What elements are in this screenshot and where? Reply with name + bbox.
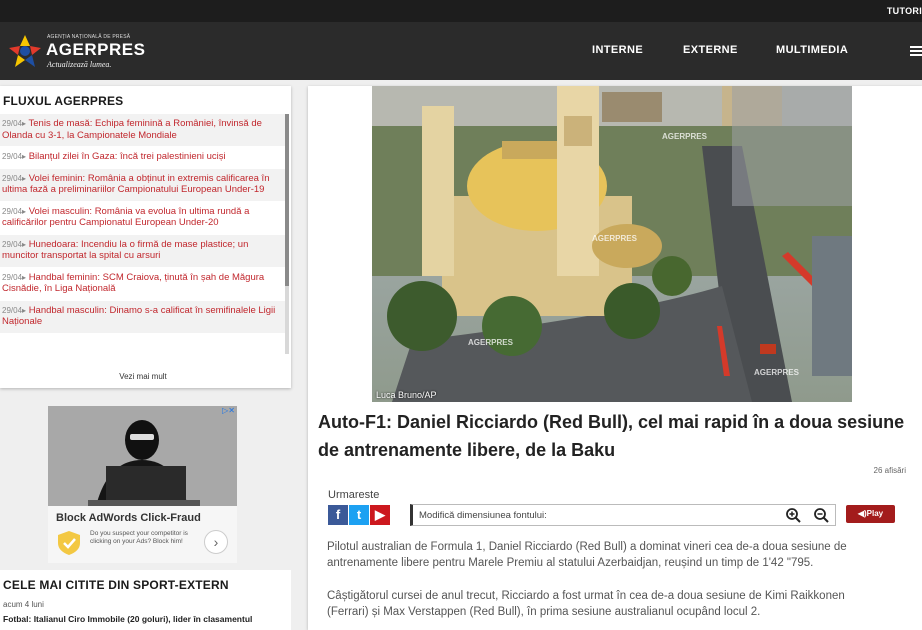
flux-date: 29/04 xyxy=(2,272,23,282)
flux-date: 29/04 xyxy=(2,239,23,249)
flux-list: 29/04▸ Tenis de masă: Echipa feminină a … xyxy=(0,114,286,369)
popular-headline[interactable]: Fotbal: Italianul Ciro Immobile (20 golu… xyxy=(3,614,252,624)
flux-scrollbar[interactable] xyxy=(285,114,289,354)
flux-item[interactable]: 29/04▸ Hunedoara: Incendiu la o firmă de… xyxy=(0,234,286,268)
facebook-icon[interactable]: f xyxy=(328,505,348,525)
photo-watermark: AGERPRES xyxy=(592,234,637,243)
flux-date: 29/04 xyxy=(2,152,23,161)
follow-label: Urmareste xyxy=(328,489,380,501)
flux-text: Volei feminin: România a obținut in extr… xyxy=(2,172,270,196)
photo-watermark: AGERPRES xyxy=(468,338,513,347)
nav-interne[interactable]: INTERNE xyxy=(592,44,643,56)
flux-text: Handbal feminin: SCM Craiova, ținută în … xyxy=(2,271,265,295)
article-title: Auto-F1: Daniel Ricciardo (Red Bull), ce… xyxy=(318,412,905,460)
article-photo[interactable]: AGERPRES AGERPRES AGERPRES AGERPRES Luca… xyxy=(372,86,852,402)
agerpres-logo[interactable]: AGENȚIA NAȚIONALĂ DE PRESĂ AGERPRES Actu… xyxy=(8,32,148,72)
font-size-label: Modifică dimensiunea fontului: xyxy=(419,510,547,521)
flux-item[interactable]: 29/04▸ Tenis de masă: Echipa feminină a … xyxy=(0,114,286,147)
article-panel: AGERPRES AGERPRES AGERPRES AGERPRES Luca… xyxy=(308,86,922,630)
logo-icon xyxy=(9,35,41,67)
flux-item[interactable]: 29/04▸ Volei feminin: România a obținut … xyxy=(0,168,286,202)
logo-tagline: Actualizează lumea. xyxy=(47,60,112,69)
flux-item[interactable]: 29/04▸ Bilanțul zilei în Gaza: încă trei… xyxy=(0,147,286,169)
zoom-out-icon[interactable] xyxy=(813,507,829,523)
adchoices-icon[interactable]: ▷✕ xyxy=(217,406,235,416)
font-size-bar: Modifică dimensiunea fontului: xyxy=(410,504,836,526)
article-paragraph: Câștigătorul cursei de anul trecut, Ricc… xyxy=(327,590,845,618)
flux-scroll-thumb[interactable] xyxy=(285,114,289,286)
popular-title: CELE MAI CITITE DIN SPORT-EXTERN xyxy=(3,578,229,592)
play-audio-button[interactable]: ◀)Play xyxy=(846,505,895,523)
flux-item[interactable]: 29/04▸ Handbal feminin: SCM Craiova, țin… xyxy=(0,268,286,301)
social-buttons: f t ▶ xyxy=(328,505,391,525)
site-header: AGENȚIA NAȚIONALĂ DE PRESĂ AGERPRES Actu… xyxy=(0,22,922,80)
flux-text: Handbal masculin: Dinamo s-a calificat î… xyxy=(2,304,276,328)
logo-name: AGERPRES xyxy=(46,40,146,59)
tutorials-link[interactable]: TUTORI xyxy=(887,6,922,16)
flux-text: Bilanțul zilei în Gaza: încă trei palest… xyxy=(28,151,226,162)
flux-text: Hunedoara: Incendiu la o firmă de mase p… xyxy=(2,238,249,262)
zoom-in-icon[interactable] xyxy=(785,507,801,523)
flux-title: FLUXUL AGERPRES xyxy=(3,94,124,108)
flux-date: 29/04 xyxy=(2,119,23,128)
photo-credit: Luca Bruno/AP xyxy=(376,390,437,400)
popular-time: acum 4 luni xyxy=(3,600,44,609)
flux-date: 29/04 xyxy=(2,173,23,183)
flux-date: 29/04 xyxy=(2,206,23,216)
flux-text: Tenis de masă: Echipa feminină a Românie… xyxy=(2,118,262,141)
shield-icon xyxy=(58,531,80,555)
see-more-link[interactable]: Vezi mai mult xyxy=(0,372,286,381)
flux-item[interactable]: 29/04▸ Volei masculin: România va evolua… xyxy=(0,202,286,235)
top-strip: TUTORI xyxy=(0,0,922,22)
flux-date: 29/04 xyxy=(2,305,23,315)
nav-externe[interactable]: EXTERNE xyxy=(683,44,738,56)
ad-title[interactable]: Block AdWords Click-Fraud xyxy=(56,512,201,524)
view-count: 26 afisări xyxy=(873,466,906,475)
ad-banner[interactable]: ▷✕ Block AdWords Click-Fraud Do you susp… xyxy=(48,406,237,563)
flux-text: Volei masculin: România va evolua în ult… xyxy=(2,205,250,229)
article-paragraph: Pilotul australian de Formula 1, Daniel … xyxy=(327,541,847,569)
ad-description: Do you suspect your competitor is clicki… xyxy=(90,530,188,545)
youtube-icon[interactable]: ▶ xyxy=(370,505,390,525)
photo-watermark: AGERPRES xyxy=(754,368,799,377)
ad-image xyxy=(48,406,237,506)
flux-item[interactable]: 29/04▸ Handbal masculin: Dinamo s-a cali… xyxy=(0,300,286,334)
nav-multimedia[interactable]: MULTIMEDIA xyxy=(776,44,848,56)
ad-arrow-button[interactable]: › xyxy=(204,530,228,554)
baku-race-image xyxy=(372,86,852,402)
menu-icon[interactable] xyxy=(910,46,922,56)
photo-watermark: AGERPRES xyxy=(662,132,707,141)
twitter-icon[interactable]: t xyxy=(349,505,369,525)
popular-panel: CELE MAI CITITE DIN SPORT-EXTERN acum 4 … xyxy=(0,570,291,630)
flux-panel: FLUXUL AGERPRES 29/04▸ Tenis de masă: Ec… xyxy=(0,86,291,388)
